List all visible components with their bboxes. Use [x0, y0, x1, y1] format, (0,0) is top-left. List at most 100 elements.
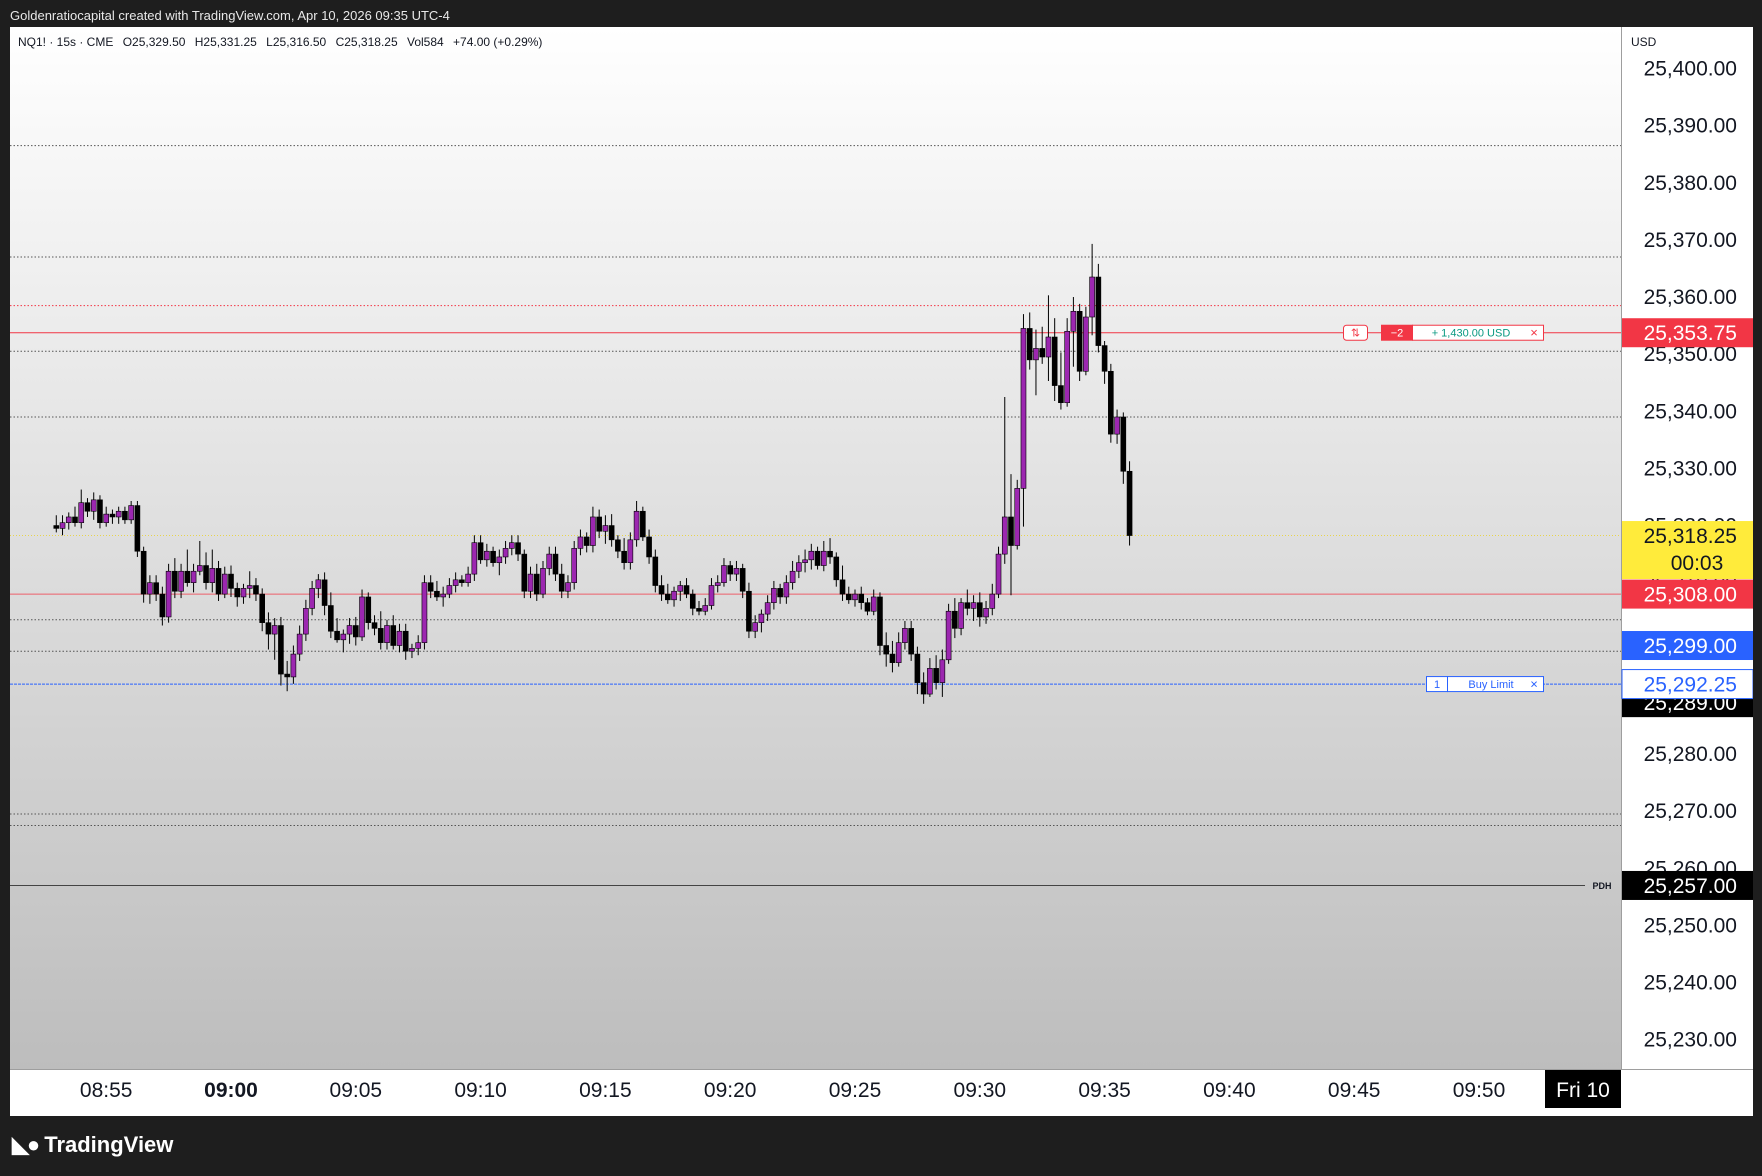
chart-frame[interactable]: PDH USD 25,400.00 25,390.00 25,380.00 25,370.…: [10, 27, 1753, 1116]
candle-body: [359, 596, 365, 638]
candle-body: [440, 593, 446, 598]
candle-body: [484, 550, 490, 561]
y-tick-label: 25,240.00: [1644, 972, 1737, 995]
candle-body: [908, 628, 914, 655]
candle-body: [159, 593, 166, 618]
candle-body: [409, 648, 415, 652]
candle-body: [215, 568, 222, 595]
candle-body: [783, 582, 790, 598]
candle: [746, 582, 752, 639]
candle-body: [1126, 470, 1133, 536]
cancel-order-icon[interactable]: ×: [1530, 677, 1538, 692]
last-price-badge: 25,318.25: [1644, 525, 1737, 548]
candle-body: [303, 608, 309, 635]
brand-name: TradingView: [44, 1132, 174, 1157]
x-tick-label: 09:40: [1203, 1079, 1256, 1102]
candle-body: [97, 499, 103, 523]
candle: [521, 549, 528, 599]
candle-body: [290, 653, 297, 678]
candle-body: [59, 522, 66, 529]
candle-body: [340, 633, 347, 641]
position-qty: −2: [1391, 328, 1404, 340]
y-tick-label: 25,360.00: [1644, 286, 1737, 309]
candle-body: [390, 625, 397, 646]
candle-body: [796, 562, 802, 572]
candle-body: [839, 579, 846, 595]
close-position-icon[interactable]: ×: [1530, 325, 1538, 340]
candle-body: [134, 505, 141, 552]
candle-body: [78, 502, 85, 523]
price-chart[interactable]: PDH USD 25,400.00 25,390.00 25,380.00 25,370.…: [10, 27, 1753, 1116]
candle-body: [571, 548, 578, 583]
candle-body: [109, 513, 116, 518]
x-tick-label: 09:45: [1328, 1079, 1381, 1102]
legend-symbol[interactable]: NQ1! · 15s · CME: [18, 35, 113, 49]
y-tick-label: 25,330.00: [1644, 457, 1737, 480]
candle-body: [696, 608, 702, 612]
candle-body: [764, 602, 771, 615]
candle-body: [384, 625, 390, 643]
candle: [877, 592, 883, 656]
candle-body: [870, 596, 877, 612]
candle-body: [970, 602, 977, 609]
candle: [640, 506, 646, 541]
buy-limit-widget[interactable]: 1 Buy Limit ×: [1426, 676, 1544, 693]
x-tick-label: 09:50: [1453, 1079, 1506, 1102]
candle-body: [296, 633, 303, 655]
candle-body: [446, 585, 453, 595]
candle-body: [883, 645, 890, 655]
candle-body: [128, 505, 134, 521]
candle-body: [228, 573, 234, 589]
candle-body: [976, 602, 983, 618]
candle-body: [608, 525, 615, 541]
candle: [1126, 461, 1133, 546]
date-badge: Fri 10: [1556, 1079, 1610, 1102]
candle-body: [209, 568, 216, 583]
header-text: Goldenratiocapital created with TradingV…: [10, 8, 450, 23]
candle-body: [334, 630, 340, 641]
candle-body: [989, 593, 996, 609]
candle-body: [434, 590, 440, 598]
candle-body: [633, 510, 640, 541]
candle-body: [914, 653, 921, 683]
candle-body: [415, 642, 422, 649]
candle-body: [172, 570, 178, 592]
candle-body: [265, 622, 272, 635]
candle-body: [833, 556, 840, 581]
candle-body: [1095, 276, 1102, 346]
candle-body: [84, 502, 91, 512]
candle-body: [490, 550, 496, 563]
candle-body: [958, 602, 964, 629]
candle-body: [945, 610, 952, 661]
candle-body: [1064, 330, 1070, 404]
reverse-icon: ⇅: [1351, 328, 1360, 340]
candle-body: [496, 556, 503, 563]
candle-body: [827, 550, 833, 558]
candle-body: [652, 556, 659, 586]
candle: [995, 546, 1002, 599]
y-tick-label: 25,380.00: [1644, 172, 1737, 195]
candle-body: [371, 622, 378, 629]
candle-body: [278, 625, 284, 675]
candle-body: [746, 590, 752, 632]
candle: [140, 546, 147, 603]
candle-body: [733, 568, 740, 575]
candle-body: [602, 525, 609, 532]
candle-body: [253, 585, 259, 595]
candle-body: [814, 550, 821, 566]
candle-body: [240, 588, 247, 598]
candle-body: [1039, 348, 1045, 358]
candle-body: [627, 539, 634, 563]
candle-body: [721, 565, 727, 583]
candle-body: [1076, 311, 1083, 372]
candle-body: [377, 628, 384, 643]
candle-body: [502, 548, 509, 558]
ohlc-legend: NQ1! · 15s · CME O25,329.50 H25,331.25 L…: [18, 35, 548, 49]
candle-body: [658, 585, 665, 595]
candle-body: [789, 570, 796, 583]
candle-body: [664, 593, 671, 601]
y-tick-label: 25,390.00: [1644, 115, 1737, 138]
candle-body: [471, 542, 478, 575]
candle-body: [190, 570, 197, 583]
candle-body: [178, 570, 184, 592]
